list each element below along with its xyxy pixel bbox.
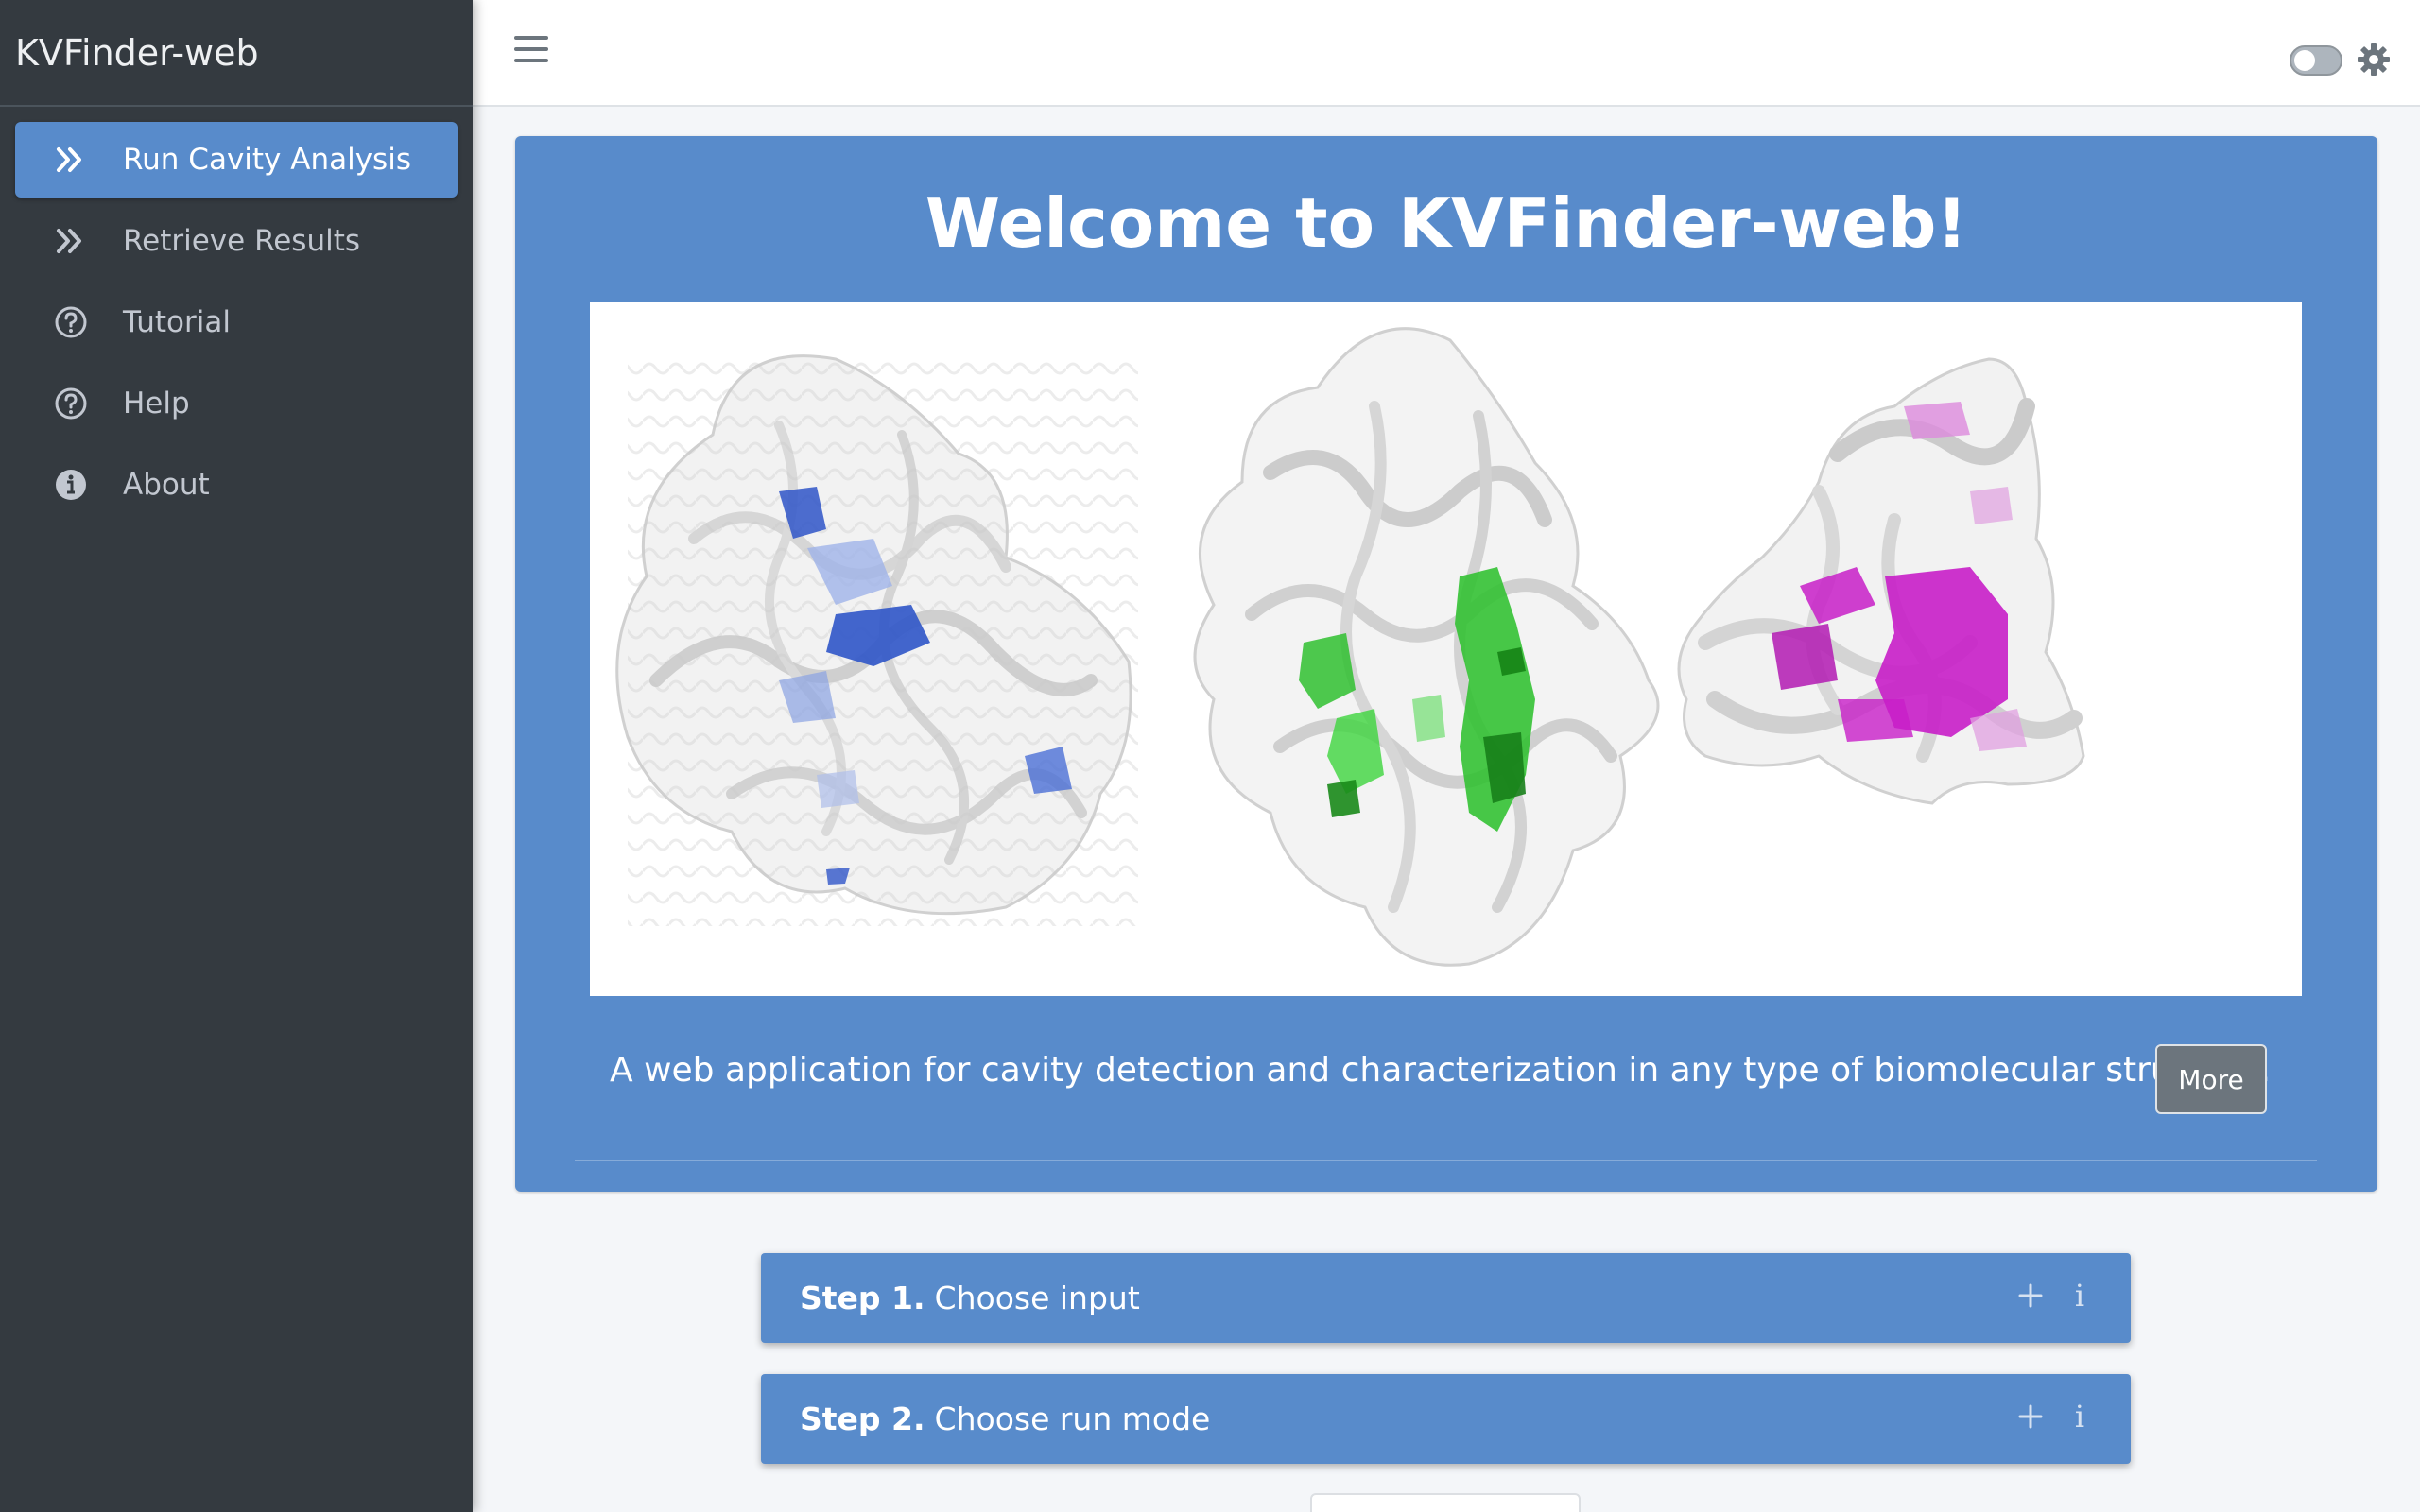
sidebar-item-label: Help [123,387,190,421]
sidebar-item-tutorial[interactable]: Tutorial [15,284,458,360]
sidebar-item-retrieve-results[interactable]: Retrieve Results [15,203,458,279]
plus-icon[interactable] [2016,1402,2045,1431]
question-circle-icon [53,304,89,340]
step-label: Choose input [934,1280,1140,1316]
double-chevron-right-icon [53,142,89,178]
question-circle-icon [53,386,89,421]
sidebar-item-help[interactable]: Help [15,366,458,441]
submit-area [1310,1493,1581,1512]
brand-title[interactable]: KVFinder-web [0,0,473,107]
step-title: Step 1. Choose input [800,1253,1140,1343]
divider [575,1160,2317,1161]
dark-mode-toggle[interactable] [2290,45,2342,76]
sidebar: KVFinder-web Run Cavity Analysis Retriev… [0,0,473,1512]
step-1-choose-input[interactable]: Step 1. Choose input i [761,1253,2131,1343]
welcome-card: Welcome to KVFinder-web! A web applicati… [515,136,2377,1192]
step-2-choose-run-mode[interactable]: Step 2. Choose run mode i [761,1374,2131,1464]
hamburger-icon[interactable] [514,36,548,70]
sidebar-item-label: Tutorial [123,305,231,339]
gear-icon[interactable] [2356,42,2392,77]
toggle-knob [2294,50,2315,71]
sidebar-item-about[interactable]: About [15,447,458,523]
step-number: Step 1. [800,1280,925,1316]
top-navbar [473,0,2420,107]
protein-structure-2 [1193,327,1660,967]
double-chevron-right-icon [53,223,89,259]
protein-structure-3 [1677,357,2085,805]
info-icon[interactable]: i [2070,1278,2089,1315]
sidebar-item-label: Retrieve Results [123,224,361,258]
sidebar-nav: Run Cavity Analysis Retrieve Results Tut… [0,107,473,543]
sidebar-item-label: About [123,468,210,502]
protein-cavities-image [590,302,2302,996]
welcome-tagline: A web application for cavity detection a… [610,1051,2272,1090]
welcome-title: Welcome to KVFinder-web! [925,183,1968,263]
protein-structure-1 [615,354,1138,926]
info-icon[interactable]: i [2070,1399,2089,1436]
info-circle-icon [53,467,89,503]
more-button[interactable]: More [2155,1044,2267,1114]
step-label: Choose run mode [934,1400,1211,1437]
plus-icon[interactable] [2016,1281,2045,1310]
step-number: Step 2. [800,1400,925,1437]
sidebar-item-label: Run Cavity Analysis [123,143,411,177]
step-title: Step 2. Choose run mode [800,1374,1210,1464]
sidebar-item-run-cavity-analysis[interactable]: Run Cavity Analysis [15,122,458,198]
